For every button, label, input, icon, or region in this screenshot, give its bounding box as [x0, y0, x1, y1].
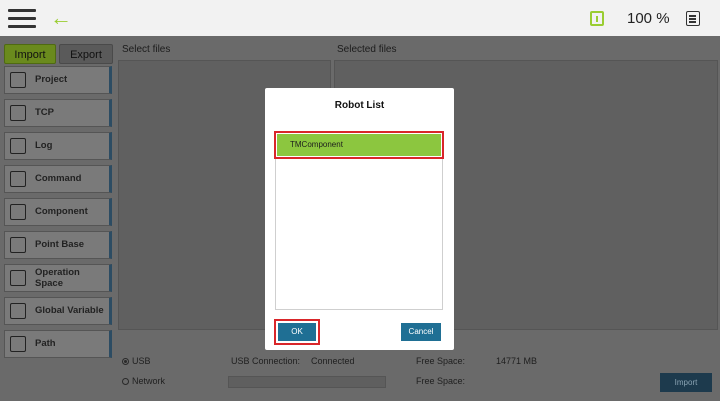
tab-export[interactable]: Export: [59, 44, 113, 64]
point-base-icon: [10, 237, 26, 253]
sidebar-item-command[interactable]: Command: [4, 165, 112, 193]
sidebar-item-point-base[interactable]: Point Base: [4, 231, 112, 259]
import-button[interactable]: Import: [660, 373, 712, 392]
selected-files-header: Selected files: [337, 44, 397, 55]
log-icon: [10, 138, 26, 154]
tab-import[interactable]: Import: [4, 44, 56, 64]
tcp-icon: [10, 105, 26, 121]
robot-list-dialog: Robot List TMComponent OK Cancel: [265, 88, 454, 350]
select-files-header: Select files: [122, 44, 171, 55]
path-icon: [10, 336, 26, 352]
usb-connection-label: USB Connection:: [231, 356, 301, 366]
sidebar-item-label: Point Base: [35, 239, 85, 250]
free-space-label: Free Space:: [416, 356, 466, 366]
sidebar-item-global-variable[interactable]: Global Variable: [4, 297, 112, 325]
sidebar-item-label: Path: [35, 338, 56, 349]
network-radio[interactable]: [122, 378, 129, 385]
free-space-value: 14771 MB: [496, 356, 538, 366]
zoom-level: 100 %: [627, 10, 670, 27]
sidebar-item-path[interactable]: Path: [4, 330, 112, 358]
back-arrow-icon[interactable]: ←: [50, 5, 72, 31]
command-icon: [10, 171, 26, 187]
sidebar-item-label: Log: [35, 140, 53, 151]
cancel-button[interactable]: Cancel: [401, 323, 441, 341]
robot-list[interactable]: TMComponent: [274, 131, 444, 310]
sidebar-item-operation-space[interactable]: Operation Space: [4, 264, 112, 292]
ok-button[interactable]: OK: [274, 319, 320, 345]
document-icon[interactable]: [686, 11, 700, 26]
sidebar-item-label: Component: [35, 206, 88, 217]
project-icon: [10, 72, 26, 88]
sidebar-item-label: Project: [35, 74, 68, 85]
sidebar-item-label: Global Variable: [35, 305, 104, 316]
info-icon[interactable]: [590, 11, 604, 26]
global-variable-icon: [10, 303, 26, 319]
sidebar-item-project[interactable]: Project: [4, 66, 112, 94]
operation-space-icon: [10, 270, 26, 286]
free-space-label-network: Free Space:: [416, 376, 466, 386]
sidebar-item-label: TCP: [35, 107, 54, 118]
dialog-title: Robot List: [334, 100, 385, 111]
list-item[interactable]: TMComponent: [274, 131, 444, 159]
sidebar-item-tcp[interactable]: TCP: [4, 99, 112, 127]
usb-label: USB: [132, 356, 151, 366]
network-address-field[interactable]: [228, 376, 386, 388]
usb-connection-value: Connected: [311, 356, 355, 366]
component-icon: [10, 204, 26, 220]
usb-radio[interactable]: [122, 358, 129, 365]
top-bar: ← 100 %: [0, 0, 720, 36]
hamburger-icon[interactable]: [8, 9, 36, 29]
sidebar-item-label: Operation Space: [35, 267, 80, 289]
sidebar-item-label: Command: [35, 173, 82, 184]
network-label: Network: [132, 376, 166, 386]
sidebar-item-log[interactable]: Log: [4, 132, 112, 160]
sidebar-item-component[interactable]: Component: [4, 198, 112, 226]
